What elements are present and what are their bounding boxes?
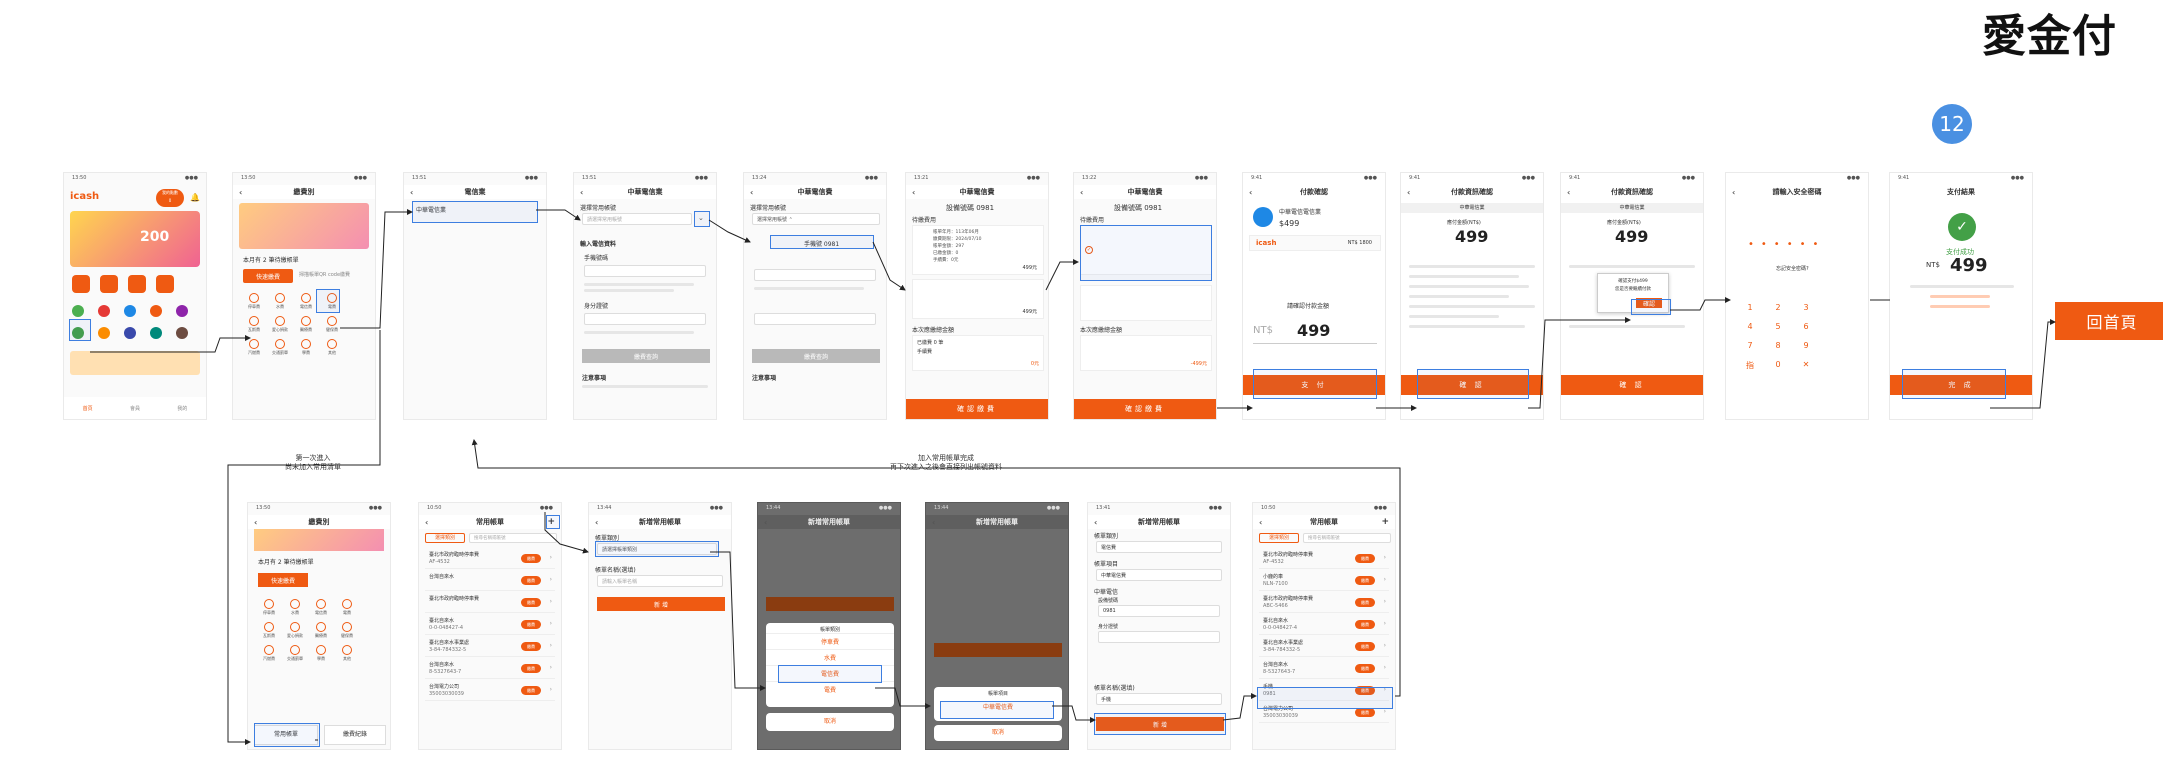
flow-arrows [90, 209, 2056, 745]
first-entry-note: 第一次進入 尚未加入常用清單 [285, 454, 341, 471]
added-note: 加入常用帳單完成 再下次進入之後會直接列出帳號資料 [890, 454, 1002, 471]
